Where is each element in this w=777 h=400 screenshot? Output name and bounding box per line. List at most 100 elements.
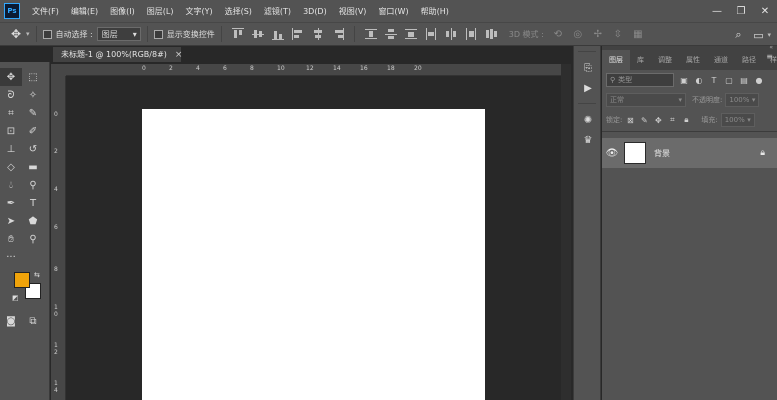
auto-select-dropdown[interactable]: 图层 ▾ (96, 27, 141, 41)
blur-tool-icon[interactable]: 💧︎ (0, 176, 22, 194)
workspace-icon[interactable]: ▭ (751, 28, 765, 42)
brush-tool-icon[interactable]: ✐ (22, 122, 44, 140)
lock-artboard-icon[interactable]: ⌗ (667, 115, 677, 125)
filter-smart-object-icon[interactable]: ▤ (739, 75, 749, 85)
menu-filter[interactable]: 滤镜(T) (264, 6, 291, 17)
distribute-horizontal-center-icon[interactable] (445, 28, 457, 40)
distribute-right-icon[interactable] (465, 28, 477, 40)
eraser-tool-icon[interactable]: ◇ (0, 158, 22, 176)
tab-properties[interactable]: 属性 (679, 50, 707, 70)
distribute-bottom-icon[interactable] (404, 28, 417, 40)
tab-adjustments[interactable]: 调整 (651, 50, 679, 70)
menu-layer[interactable]: 图层(L) (147, 6, 174, 17)
crop-tool-icon[interactable]: ⌗ (0, 104, 22, 122)
opacity-input[interactable]: 100% ▾ (725, 93, 760, 107)
default-colors-icon[interactable]: ◩ (12, 294, 19, 302)
layer-name[interactable]: 背景 (654, 148, 670, 159)
hand-tool-icon[interactable]: ✋︎ (0, 230, 22, 248)
move-tool-icon[interactable]: ✥ (8, 26, 24, 42)
document-tab[interactable]: 未标题-1 @ 100%(RGB/8#) × (53, 47, 183, 62)
type-tool-icon[interactable]: T (22, 194, 44, 212)
healing-brush-tool-icon[interactable]: ⊡ (0, 122, 22, 140)
panel-menu-icon[interactable]: ≡ (766, 52, 773, 61)
chevron-down-icon[interactable]: ▾ (26, 30, 30, 38)
menu-type[interactable]: 文字(Y) (185, 6, 212, 17)
tab-paths[interactable]: 路径 (735, 50, 763, 70)
tab-channels[interactable]: 通道 (707, 50, 735, 70)
menu-select[interactable]: 选择(S) (225, 6, 252, 17)
quick-mask-icon[interactable]: ◙ (0, 312, 22, 330)
restore-button[interactable]: ❐ (729, 0, 753, 22)
gradient-tool-icon[interactable]: ▬ (22, 158, 44, 176)
auto-select-checkbox[interactable]: 自动选择 : (42, 29, 93, 40)
path-selection-tool-icon[interactable]: ➤ (0, 212, 22, 230)
pan-3d-icon[interactable]: ✢ (592, 28, 604, 40)
filter-pixel-icon[interactable]: ▣ (679, 75, 689, 85)
align-bottom-icon[interactable] (271, 28, 284, 40)
strip-grip[interactable] (578, 46, 596, 52)
orbit-3d-icon[interactable]: ⟲ (552, 28, 564, 40)
roll-3d-icon[interactable]: ◎ (572, 28, 584, 40)
menu-window[interactable]: 窗口(W) (378, 6, 408, 17)
tab-layers[interactable]: 图层 (602, 50, 630, 70)
menu-edit[interactable]: 编辑(E) (71, 6, 98, 17)
horizontal-ruler[interactable]: 0 2 4 6 8 10 12 14 16 18 20 (66, 64, 561, 76)
magic-wand-tool-icon[interactable]: ✧ (22, 86, 44, 104)
lock-icon[interactable]: 🔒︎ (760, 148, 765, 158)
menu-file[interactable]: 文件(F) (32, 6, 59, 17)
fill-input[interactable]: 100% ▾ (720, 113, 755, 127)
layer-row[interactable]: 👁︎ 背景 🔒︎ (602, 138, 777, 168)
canvas-workspace[interactable] (66, 76, 561, 400)
close-icon[interactable]: × (175, 50, 183, 60)
slide-3d-icon[interactable]: ⇳ (612, 28, 624, 40)
lock-transparent-icon[interactable]: ⊠ (625, 115, 635, 125)
align-vertical-center-icon[interactable] (251, 28, 264, 40)
align-horizontal-center-icon[interactable] (312, 28, 324, 40)
close-window-button[interactable]: ✕ (753, 0, 777, 22)
filter-shape-icon[interactable]: ▢ (724, 75, 734, 85)
clone-stamp-tool-icon[interactable]: ⊥ (0, 140, 22, 158)
distribute-vertical-center-icon[interactable] (384, 28, 397, 40)
tab-libraries[interactable]: 库 (630, 50, 651, 70)
chevron-down-icon[interactable]: ▾ (767, 31, 771, 39)
search-icon[interactable]: ⌕ (731, 28, 745, 42)
menu-image[interactable]: 图像(I) (110, 6, 135, 17)
align-top-icon[interactable] (231, 28, 244, 40)
filter-adjustment-icon[interactable]: ◐ (694, 75, 704, 85)
eye-icon[interactable]: 👁︎ (602, 148, 622, 159)
align-left-icon[interactable] (291, 28, 304, 40)
menu-3d[interactable]: 3D(D) (303, 7, 327, 16)
foreground-color-swatch[interactable] (14, 272, 30, 288)
menu-view[interactable]: 视图(V) (339, 6, 367, 17)
brushes-panel-icon[interactable]: ♛ (574, 130, 602, 150)
shape-tool-icon[interactable]: ⬟ (22, 212, 44, 230)
pen-tool-icon[interactable]: ✒ (0, 194, 22, 212)
screen-mode-icon[interactable]: ⧉ (22, 312, 44, 330)
minimize-button[interactable]: — (705, 0, 729, 22)
align-right-icon[interactable] (332, 28, 344, 40)
vertical-ruler[interactable]: 0 2 4 6 8 1 0 1 2 1 4 (51, 76, 66, 400)
menu-help[interactable]: 帮助(H) (421, 6, 449, 17)
blend-mode-select[interactable]: 正常 ▾ (606, 93, 686, 107)
dodge-tool-icon[interactable]: ⚲ (22, 176, 44, 194)
lasso-tool-icon[interactable]: ᘐ (0, 86, 22, 104)
lock-position-icon[interactable]: ✥ (653, 115, 663, 125)
lock-all-icon[interactable]: 🔒︎ (681, 115, 691, 125)
lock-image-icon[interactable]: ✎ (639, 115, 649, 125)
move-tool-icon[interactable]: ✥ (0, 68, 22, 86)
auto-align-layers-icon[interactable] (485, 28, 497, 40)
layer-search-input[interactable]: ⚲ 类型 (606, 73, 674, 87)
history-panel-icon[interactable]: ⎘ (574, 58, 602, 78)
document-canvas[interactable] (142, 109, 485, 400)
eyedropper-tool-icon[interactable]: ✎ (22, 104, 44, 122)
vertical-scrollbar[interactable] (561, 64, 571, 400)
scale-3d-icon[interactable]: ▦ (632, 28, 644, 40)
checkbox-icon[interactable] (153, 29, 163, 39)
history-brush-tool-icon[interactable]: ↺ (22, 140, 44, 158)
checkbox-icon[interactable] (42, 29, 52, 39)
actions-panel-icon[interactable]: ▶ (574, 78, 602, 98)
more-tools-icon[interactable]: ··· (0, 248, 22, 266)
show-transform-checkbox[interactable]: 显示变换控件 (153, 29, 215, 40)
distribute-top-icon[interactable] (364, 28, 377, 40)
distribute-left-icon[interactable] (425, 28, 437, 40)
